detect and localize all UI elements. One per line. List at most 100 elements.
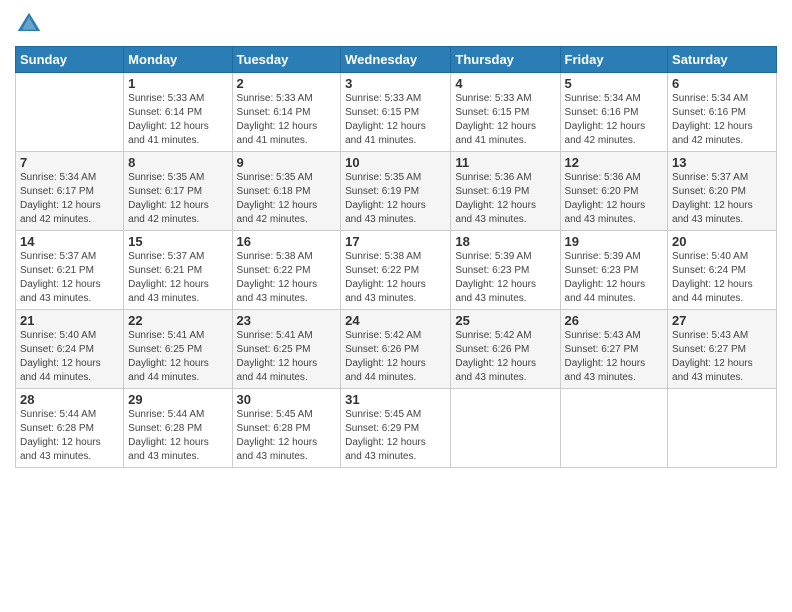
day-info: Sunrise: 5:41 AM Sunset: 6:25 PM Dayligh…	[128, 330, 209, 383]
calendar-day-header: Sunday	[16, 47, 124, 73]
day-number: 1	[128, 76, 227, 91]
day-info: Sunrise: 5:42 AM Sunset: 6:26 PM Dayligh…	[455, 330, 536, 383]
day-number: 7	[20, 155, 119, 170]
calendar-week-row: 7 Sunrise: 5:34 AM Sunset: 6:17 PM Daylig…	[16, 152, 777, 231]
day-number: 18	[455, 234, 555, 249]
calendar-cell: 1Sunrise: 5:33 AM Sunset: 6:14 PM Daylig…	[124, 73, 232, 152]
calendar-week-row: 21 Sunrise: 5:40 AM Sunset: 6:24 PM Dayli…	[16, 310, 777, 389]
calendar-cell	[560, 389, 668, 468]
day-info: Sunrise: 5:38 AM Sunset: 6:22 PM Dayligh…	[237, 251, 318, 304]
calendar-cell: 7 Sunrise: 5:34 AM Sunset: 6:17 PM Daylig…	[16, 152, 124, 231]
day-info: Sunrise: 5:40 AM Sunset: 6:24 PM Dayligh…	[20, 330, 101, 383]
day-number: 6	[672, 76, 772, 91]
day-info: Sunrise: 5:44 AM Sunset: 6:28 PM Dayligh…	[20, 409, 101, 462]
day-number: 23	[237, 313, 337, 328]
calendar-week-row: 1 Sunrise: 5:33 AM Sunset: 6:14 PM Daylig…	[16, 73, 777, 152]
day-info: Sunrise: 5:34 AM Sunset: 6:17 PM Dayligh…	[20, 172, 101, 225]
calendar-table: SundayMondayTuesdayWednesdayThursdayFrid…	[15, 46, 777, 468]
day-info: Sunrise: 5:42 AM Sunset: 6:26 PM Dayligh…	[345, 330, 426, 383]
day-number: 15	[128, 234, 227, 249]
day-number: 31	[345, 392, 446, 407]
day-info: Sunrise: 5:45 AM Sunset: 6:29 PM Dayligh…	[345, 409, 426, 462]
calendar-cell: 26Sunrise: 5:43 AM Sunset: 6:27 PM Dayli…	[560, 310, 668, 389]
day-number: 25	[455, 313, 555, 328]
day-info: Sunrise: 5:35 AM Sunset: 6:19 PM Dayligh…	[345, 172, 426, 225]
calendar-cell: 24 Sunrise: 5:42 AM Sunset: 6:26 PM Dayli…	[341, 310, 451, 389]
calendar-cell: 25 Sunrise: 5:42 AM Sunset: 6:26 PM Dayli…	[451, 310, 560, 389]
calendar-cell: 28 Sunrise: 5:44 AM Sunset: 6:28 PM Dayli…	[16, 389, 124, 468]
header	[15, 10, 777, 38]
calendar-day-header: Monday	[124, 47, 232, 73]
day-number: 9	[237, 155, 337, 170]
day-info: Sunrise: 5:33 AM Sunset: 6:15 PM Dayligh…	[345, 93, 426, 146]
calendar-day-header: Tuesday	[232, 47, 341, 73]
calendar-cell: 17Sunrise: 5:38 AM Sunset: 6:22 PM Dayli…	[341, 231, 451, 310]
day-number: 27	[672, 313, 772, 328]
day-number: 2	[237, 76, 337, 91]
day-info: Sunrise: 5:34 AM Sunset: 6:16 PM Dayligh…	[565, 93, 646, 146]
calendar-cell: 2 Sunrise: 5:33 AM Sunset: 6:14 PM Daylig…	[232, 73, 341, 152]
calendar-cell: 18 Sunrise: 5:39 AM Sunset: 6:23 PM Dayli…	[451, 231, 560, 310]
day-info: Sunrise: 5:33 AM Sunset: 6:14 PM Dayligh…	[237, 93, 318, 146]
day-info: Sunrise: 5:36 AM Sunset: 6:19 PM Dayligh…	[455, 172, 536, 225]
day-number: 5	[565, 76, 664, 91]
day-info: Sunrise: 5:38 AM Sunset: 6:22 PM Dayligh…	[345, 251, 426, 304]
calendar-cell: 29Sunrise: 5:44 AM Sunset: 6:28 PM Dayli…	[124, 389, 232, 468]
calendar-cell: 13 Sunrise: 5:37 AM Sunset: 6:20 PM Dayli…	[668, 152, 777, 231]
calendar-cell: 20 Sunrise: 5:40 AM Sunset: 6:24 PM Dayli…	[668, 231, 777, 310]
day-info: Sunrise: 5:41 AM Sunset: 6:25 PM Dayligh…	[237, 330, 318, 383]
calendar-cell: 11 Sunrise: 5:36 AM Sunset: 6:19 PM Dayli…	[451, 152, 560, 231]
day-info: Sunrise: 5:43 AM Sunset: 6:27 PM Dayligh…	[672, 330, 753, 383]
calendar-cell: 14Sunrise: 5:37 AM Sunset: 6:21 PM Dayli…	[16, 231, 124, 310]
calendar-cell: 8Sunrise: 5:35 AM Sunset: 6:17 PM Daylig…	[124, 152, 232, 231]
calendar-cell: 23 Sunrise: 5:41 AM Sunset: 6:25 PM Dayli…	[232, 310, 341, 389]
calendar-week-row: 14Sunrise: 5:37 AM Sunset: 6:21 PM Dayli…	[16, 231, 777, 310]
calendar-cell	[668, 389, 777, 468]
logo	[15, 10, 47, 38]
calendar-cell: 9 Sunrise: 5:35 AM Sunset: 6:18 PM Daylig…	[232, 152, 341, 231]
calendar-cell: 21 Sunrise: 5:40 AM Sunset: 6:24 PM Dayli…	[16, 310, 124, 389]
day-info: Sunrise: 5:39 AM Sunset: 6:23 PM Dayligh…	[565, 251, 646, 304]
day-number: 24	[345, 313, 446, 328]
page: SundayMondayTuesdayWednesdayThursdayFrid…	[0, 0, 792, 612]
day-number: 28	[20, 392, 119, 407]
calendar-cell: 16 Sunrise: 5:38 AM Sunset: 6:22 PM Dayli…	[232, 231, 341, 310]
day-number: 19	[565, 234, 664, 249]
day-number: 21	[20, 313, 119, 328]
day-info: Sunrise: 5:35 AM Sunset: 6:18 PM Dayligh…	[237, 172, 318, 225]
calendar-cell: 31 Sunrise: 5:45 AM Sunset: 6:29 PM Dayli…	[341, 389, 451, 468]
calendar-day-header: Saturday	[668, 47, 777, 73]
day-info: Sunrise: 5:37 AM Sunset: 6:20 PM Dayligh…	[672, 172, 753, 225]
calendar-cell: 12Sunrise: 5:36 AM Sunset: 6:20 PM Dayli…	[560, 152, 668, 231]
day-number: 4	[455, 76, 555, 91]
day-number: 16	[237, 234, 337, 249]
day-info: Sunrise: 5:39 AM Sunset: 6:23 PM Dayligh…	[455, 251, 536, 304]
calendar-cell: 5 Sunrise: 5:34 AM Sunset: 6:16 PM Daylig…	[560, 73, 668, 152]
day-info: Sunrise: 5:34 AM Sunset: 6:16 PM Dayligh…	[672, 93, 753, 146]
day-info: Sunrise: 5:43 AM Sunset: 6:27 PM Dayligh…	[565, 330, 646, 383]
calendar-cell: 10 Sunrise: 5:35 AM Sunset: 6:19 PM Dayli…	[341, 152, 451, 231]
day-info: Sunrise: 5:40 AM Sunset: 6:24 PM Dayligh…	[672, 251, 753, 304]
calendar-cell	[16, 73, 124, 152]
calendar-cell: 15Sunrise: 5:37 AM Sunset: 6:21 PM Dayli…	[124, 231, 232, 310]
day-number: 13	[672, 155, 772, 170]
calendar-day-header: Wednesday	[341, 47, 451, 73]
day-number: 22	[128, 313, 227, 328]
calendar-day-header: Friday	[560, 47, 668, 73]
day-number: 20	[672, 234, 772, 249]
day-info: Sunrise: 5:33 AM Sunset: 6:15 PM Dayligh…	[455, 93, 536, 146]
day-number: 30	[237, 392, 337, 407]
day-info: Sunrise: 5:37 AM Sunset: 6:21 PM Dayligh…	[20, 251, 101, 304]
calendar-cell: 22 Sunrise: 5:41 AM Sunset: 6:25 PM Dayli…	[124, 310, 232, 389]
day-number: 3	[345, 76, 446, 91]
calendar-header-row: SundayMondayTuesdayWednesdayThursdayFrid…	[16, 47, 777, 73]
day-number: 10	[345, 155, 446, 170]
calendar-cell: 6 Sunrise: 5:34 AM Sunset: 6:16 PM Daylig…	[668, 73, 777, 152]
day-info: Sunrise: 5:44 AM Sunset: 6:28 PM Dayligh…	[128, 409, 209, 462]
calendar-day-header: Thursday	[451, 47, 560, 73]
calendar-cell: 30 Sunrise: 5:45 AM Sunset: 6:28 PM Dayli…	[232, 389, 341, 468]
day-info: Sunrise: 5:45 AM Sunset: 6:28 PM Dayligh…	[237, 409, 318, 462]
day-number: 11	[455, 155, 555, 170]
day-number: 12	[565, 155, 664, 170]
calendar-cell: 3 Sunrise: 5:33 AM Sunset: 6:15 PM Daylig…	[341, 73, 451, 152]
